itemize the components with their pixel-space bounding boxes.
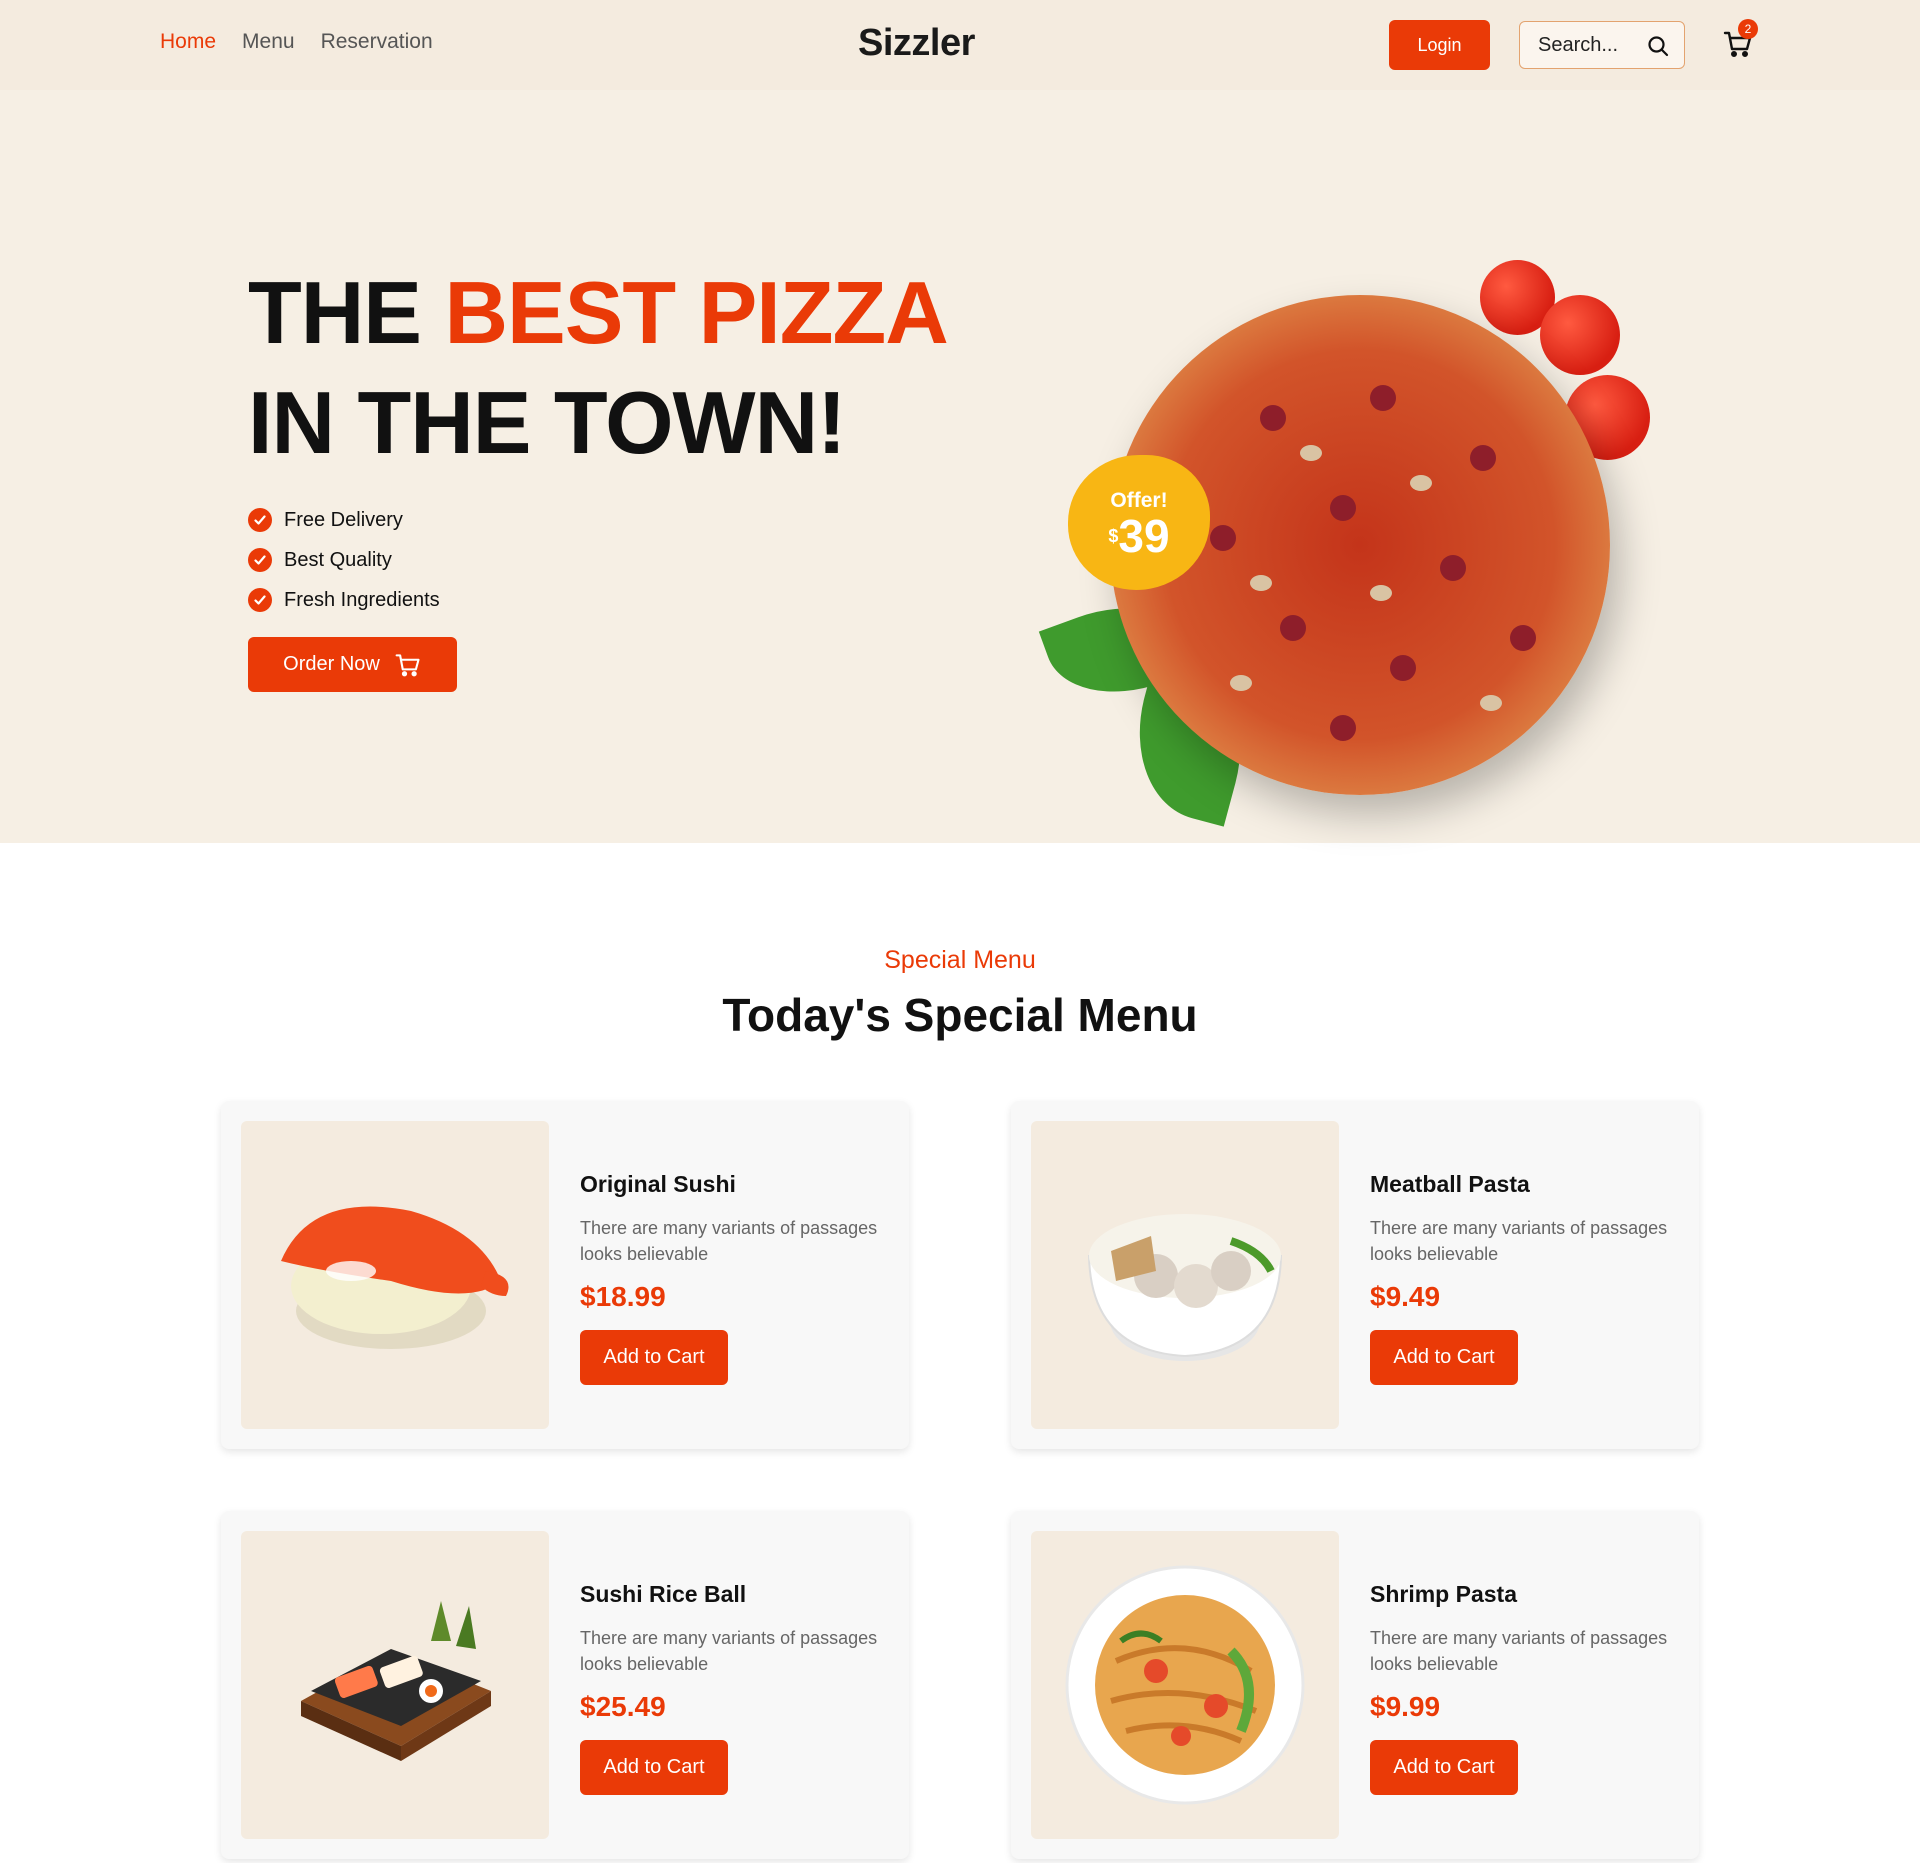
- food-image: [241, 1121, 549, 1429]
- offer-amount: 39: [1118, 510, 1170, 562]
- search-icon[interactable]: [1646, 34, 1670, 58]
- shrimp-pasta-icon: [1065, 1565, 1305, 1805]
- offer-currency: $: [1108, 526, 1119, 546]
- food-image: [1031, 1121, 1339, 1429]
- item-name: Shrimp Pasta: [1370, 1581, 1517, 1607]
- check-icon: [248, 548, 272, 572]
- add-to-cart-button[interactable]: Add to Cart: [1370, 1740, 1518, 1795]
- item-description: There are many variants of passages look…: [1370, 1218, 1668, 1264]
- item-price: $25.49: [580, 1691, 666, 1722]
- nav-reservation-link[interactable]: Reservation: [321, 30, 433, 54]
- item-price: $18.99: [580, 1281, 666, 1312]
- sushi-box-icon: [301, 1601, 491, 1761]
- feature-label: Best Quality: [284, 548, 392, 571]
- login-button[interactable]: Login: [1389, 20, 1490, 70]
- item-price: $9.99: [1370, 1691, 1441, 1722]
- add-to-cart-button[interactable]: Add to Cart: [580, 1740, 728, 1795]
- offer-price: $39: [1068, 513, 1210, 559]
- cart-count-badge: 2: [1738, 19, 1758, 39]
- item-name: Meatball Pasta: [1370, 1171, 1530, 1197]
- food-image: [241, 1531, 549, 1839]
- feature-label: Free Delivery: [284, 508, 403, 531]
- search-input[interactable]: [1538, 33, 1638, 57]
- feature-item: Free Delivery: [248, 500, 440, 540]
- feature-item: Best Quality: [248, 540, 440, 580]
- check-icon: [248, 508, 272, 532]
- cart-icon: [395, 653, 420, 676]
- pasta-bowl-icon: [1087, 1214, 1283, 1361]
- nav-menu-link[interactable]: Menu: [242, 30, 295, 54]
- item-name: Sushi Rice Ball: [580, 1581, 747, 1607]
- hero-title-accent: BEST PIZZA: [444, 263, 948, 362]
- hero-title-plain: THE: [248, 263, 445, 362]
- menu-card: Sushi Rice Ball There are many variants …: [221, 1511, 909, 1859]
- check-icon: [248, 588, 272, 612]
- item-description: There are many variants of passages look…: [1370, 1628, 1668, 1674]
- hero-title-line2: IN THE TOWN!: [248, 373, 846, 472]
- menu-card: Meatball Pasta There are many variants o…: [1011, 1101, 1699, 1449]
- food-image: [1031, 1531, 1339, 1839]
- search-box: [1519, 21, 1685, 69]
- nav-home-link[interactable]: Home: [160, 30, 216, 54]
- add-to-cart-button[interactable]: Add to Cart: [1370, 1330, 1518, 1385]
- hero-section: THE BEST PIZZA IN THE TOWN! Free Deliver…: [0, 90, 1920, 843]
- pizza-image: Offer! $39: [1020, 185, 1720, 865]
- feature-list: Free Delivery Best Quality Fresh Ingredi…: [248, 500, 440, 620]
- item-description: There are many variants of passages look…: [580, 1628, 878, 1674]
- tomato: [1540, 295, 1620, 375]
- feature-label: Fresh Ingredients: [284, 588, 440, 611]
- site-header: Home Menu Reservation Sizzler Login 2: [0, 0, 1920, 90]
- item-name: Original Sushi: [580, 1171, 736, 1197]
- item-price: $9.49: [1370, 1281, 1441, 1312]
- main-nav: Home Menu Reservation: [160, 30, 433, 54]
- order-now-button[interactable]: Order Now: [248, 637, 457, 692]
- add-to-cart-button[interactable]: Add to Cart: [580, 1330, 728, 1385]
- menu-card: Original Sushi There are many variants o…: [221, 1101, 909, 1449]
- feature-item: Fresh Ingredients: [248, 580, 440, 620]
- section-title: Today's Special Menu: [722, 989, 1198, 1041]
- section-subtitle: Special Menu: [884, 946, 1036, 974]
- order-now-label: Order Now: [283, 653, 380, 675]
- brand-logo[interactable]: Sizzler: [858, 22, 975, 65]
- item-description: There are many variants of passages look…: [580, 1218, 878, 1264]
- hero-title: THE BEST PIZZA IN THE TOWN!: [248, 258, 949, 478]
- menu-card: Shrimp Pasta There are many variants of …: [1011, 1511, 1699, 1859]
- sushi-icon: [281, 1206, 509, 1349]
